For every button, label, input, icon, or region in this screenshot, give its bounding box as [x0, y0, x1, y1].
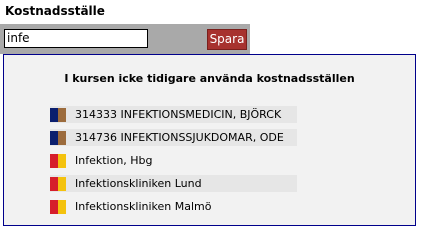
search-input[interactable]	[4, 29, 148, 48]
suggestion-dropdown: I kursen icke tidigare använda kostnadss…	[3, 54, 416, 226]
dropdown-heading: I kursen icke tidigare använda kostnadss…	[64, 72, 355, 85]
suggestion-item[interactable]: 314736 INFEKTIONSSJUKDOMAR, ODE	[48, 128, 300, 148]
suggestion-label: Infektion, Hbg	[75, 154, 153, 167]
section-title: Kostnadsställe	[5, 4, 105, 18]
save-button[interactable]: Spara	[207, 29, 247, 50]
suggestion-item[interactable]: Infektionskliniken Lund	[48, 174, 300, 194]
search-bar: Spara	[0, 24, 250, 54]
suggestion-label: Infektionskliniken Lund	[75, 177, 202, 190]
region-flag-icon	[50, 154, 66, 168]
suggestion-item[interactable]: 314333 INFEKTIONSMEDICIN, BJÖRCK	[48, 105, 300, 125]
region-flag-icon	[50, 131, 66, 145]
region-flag-icon	[50, 200, 66, 214]
suggestion-item[interactable]: Infektionskliniken Malmö	[48, 197, 300, 217]
region-flag-icon	[50, 177, 66, 191]
suggestion-label: 314736 INFEKTIONSSJUKDOMAR, ODE	[75, 131, 284, 144]
region-flag-icon	[50, 108, 66, 122]
suggestion-item[interactable]: Infektion, Hbg	[48, 151, 300, 171]
suggestion-label: 314333 INFEKTIONSMEDICIN, BJÖRCK	[75, 108, 282, 121]
cost-center-widget: Kostnadsställe Spara I kursen icke tidig…	[0, 0, 423, 230]
suggestion-label: Infektionskliniken Malmö	[75, 200, 212, 213]
